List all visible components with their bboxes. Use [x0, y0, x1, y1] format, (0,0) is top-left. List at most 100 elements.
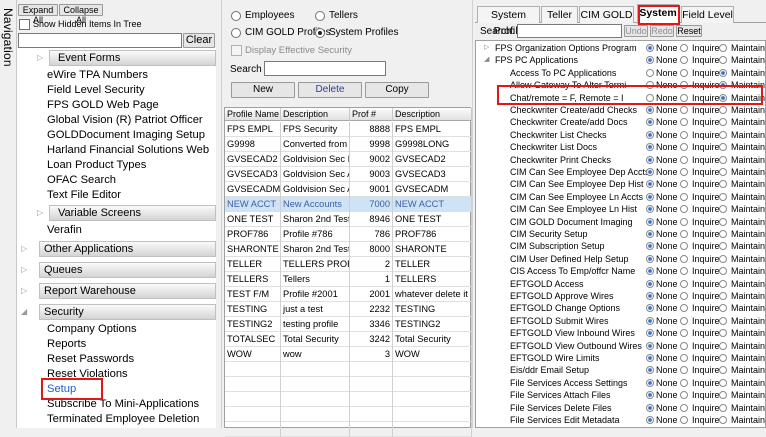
- nav-item-ofac-search[interactable]: OFAC Search: [47, 173, 116, 188]
- permission-none-radio[interactable]: [646, 316, 654, 325]
- permission-maintain-radio[interactable]: [719, 304, 727, 313]
- permission-inquire-radio[interactable]: [680, 56, 688, 65]
- table-row[interactable]: FPS EMPL FPS Security 8888 FPS EMPL: [225, 122, 472, 137]
- permission-none-radio[interactable]: [646, 56, 654, 65]
- table-row[interactable]: [225, 362, 472, 377]
- permission-inquire-radio[interactable]: [680, 230, 688, 238]
- reset-button[interactable]: Reset: [676, 25, 702, 37]
- permission-inquire-radio[interactable]: [680, 416, 688, 424]
- permission-maintain-radio[interactable]: [719, 168, 727, 176]
- nav-item-verafin[interactable]: Verafin: [47, 223, 82, 238]
- permission-none-radio[interactable]: [646, 403, 654, 412]
- permission-none-radio[interactable]: [646, 416, 654, 424]
- permission-inquire-radio[interactable]: [680, 354, 688, 362]
- permission-none-radio[interactable]: [646, 242, 654, 251]
- permission-maintain-radio[interactable]: [719, 354, 727, 362]
- permission-none-radio[interactable]: [646, 254, 654, 263]
- permission-inquire-radio[interactable]: [680, 44, 688, 52]
- table-row[interactable]: TELLERS Tellers 1 TELLERS: [225, 272, 472, 287]
- nav-item-field-level-security[interactable]: Field Level Security: [47, 83, 145, 98]
- permission-maintain-radio[interactable]: [719, 267, 727, 276]
- permission-none-radio[interactable]: [646, 292, 654, 300]
- undo-button[interactable]: Undo: [624, 25, 648, 37]
- nav-group-other-applications[interactable]: Other Applications: [39, 241, 216, 257]
- permission-inquire-radio[interactable]: [680, 378, 688, 387]
- table-row[interactable]: [225, 392, 472, 407]
- tab-cim-gold[interactable]: CIM GOLD: [579, 6, 634, 23]
- permission-none-radio[interactable]: [646, 180, 654, 189]
- nav-item-terminated-employee-deletion[interactable]: Terminated Employee Deletion: [47, 412, 199, 427]
- nav-item-loan-product-types[interactable]: Loan Product Types: [47, 158, 146, 173]
- nav-group-queues[interactable]: Queues: [39, 262, 216, 278]
- permission-inquire-radio[interactable]: [680, 192, 688, 201]
- permission-inquire-radio[interactable]: [680, 403, 688, 412]
- clear-button[interactable]: Clear: [183, 33, 215, 48]
- collapsed-arrow-icon[interactable]: ▷: [484, 42, 489, 54]
- display-effective-checkbox[interactable]: [231, 45, 242, 56]
- nav-search-input[interactable]: [18, 33, 182, 48]
- permission-inquire-radio[interactable]: [680, 254, 688, 263]
- table-row[interactable]: G9998Converted from 1...9998G9998LONG: [225, 137, 472, 152]
- copy-button[interactable]: Copy: [365, 82, 429, 98]
- permission-maintain-radio[interactable]: [719, 217, 727, 226]
- permission-none-radio[interactable]: [646, 106, 654, 114]
- permission-inquire-radio[interactable]: [680, 304, 688, 313]
- permission-none-radio[interactable]: [646, 130, 654, 139]
- permission-maintain-radio[interactable]: [719, 118, 727, 127]
- new-button[interactable]: New: [231, 82, 295, 98]
- permission-none-radio[interactable]: [646, 168, 654, 176]
- permission-none-radio[interactable]: [646, 205, 654, 214]
- table-row[interactable]: ONE TEST Sharon 2nd Test 8946 ONE TEST: [225, 212, 472, 227]
- permission-maintain-radio[interactable]: [719, 68, 727, 77]
- permission-none-radio[interactable]: [646, 341, 654, 350]
- permission-maintain-radio[interactable]: [719, 143, 727, 152]
- permission-inquire-radio[interactable]: [680, 118, 688, 127]
- delete-button[interactable]: Delete: [298, 82, 362, 98]
- permission-maintain-radio[interactable]: [719, 378, 727, 387]
- permission-inquire-radio[interactable]: [680, 205, 688, 214]
- permission-inquire-radio[interactable]: [680, 366, 688, 375]
- permission-none-radio[interactable]: [646, 279, 654, 288]
- table-row[interactable]: [225, 377, 472, 392]
- permission-maintain-radio[interactable]: [719, 416, 727, 424]
- collapsed-arrow-icon[interactable]: ▷: [21, 284, 27, 298]
- permission-maintain-radio[interactable]: [719, 192, 727, 201]
- permission-inquire-radio[interactable]: [680, 168, 688, 176]
- nav-item-reset-passwords[interactable]: Reset Passwords: [47, 352, 134, 367]
- permission-maintain-radio[interactable]: [719, 279, 727, 288]
- permission-maintain-radio[interactable]: [719, 329, 727, 338]
- table-row[interactable]: GVSECAD3Goldvision Sec A...9003GVSECAD3: [225, 167, 472, 182]
- permission-maintain-radio[interactable]: [719, 44, 727, 52]
- nav-group-variable-screens[interactable]: Variable Screens: [49, 205, 216, 221]
- permission-inquire-radio[interactable]: [680, 68, 688, 77]
- table-row[interactable]: SHARONTE Sharon 2nd Test 8000 SHARONTE: [225, 242, 472, 257]
- permission-maintain-radio[interactable]: [719, 316, 727, 325]
- permission-maintain-radio[interactable]: [719, 106, 727, 114]
- table-row[interactable]: [225, 407, 472, 422]
- table-row[interactable]: GVSECADMGoldvision Sec A...9001GVSECADM: [225, 182, 472, 197]
- permission-maintain-radio[interactable]: [719, 180, 727, 189]
- permission-none-radio[interactable]: [646, 378, 654, 387]
- permission-inquire-radio[interactable]: [680, 180, 688, 189]
- nav-item-harland-financial-solutions-web[interactable]: Harland Financial Solutions Web: [47, 143, 209, 158]
- permission-inquire-radio[interactable]: [680, 341, 688, 350]
- permission-none-radio[interactable]: [646, 329, 654, 338]
- nav-group-report-warehouse[interactable]: Report Warehouse: [39, 283, 216, 299]
- permission-inquire-radio[interactable]: [680, 155, 688, 164]
- tab-system-profile[interactable]: System Profile: [477, 6, 540, 37]
- expanded-arrow-icon[interactable]: ◢: [21, 305, 27, 319]
- permission-inquire-radio[interactable]: [680, 106, 688, 114]
- table-row[interactable]: TESTING2 testing profile 3346 TESTING2: [225, 317, 472, 332]
- permission-inquire-radio[interactable]: [680, 329, 688, 338]
- collapsed-arrow-icon[interactable]: ▷: [21, 242, 27, 256]
- show-hidden-checkbox[interactable]: [19, 19, 30, 30]
- nav-item-reports[interactable]: Reports: [47, 337, 86, 352]
- expanded-arrow-icon[interactable]: ◢: [484, 54, 489, 66]
- system-profiles-radio[interactable]: [315, 28, 325, 38]
- permission-inquire-radio[interactable]: [680, 242, 688, 251]
- nav-item-ewire-tpa-numbers[interactable]: eWire TPA Numbers: [47, 68, 148, 83]
- column-header-profile-name-0[interactable]: Profile Name: [225, 108, 281, 121]
- permission-none-radio[interactable]: [646, 354, 654, 362]
- nav-group-event-forms[interactable]: Event Forms: [49, 50, 216, 66]
- permission-maintain-radio[interactable]: [719, 130, 727, 139]
